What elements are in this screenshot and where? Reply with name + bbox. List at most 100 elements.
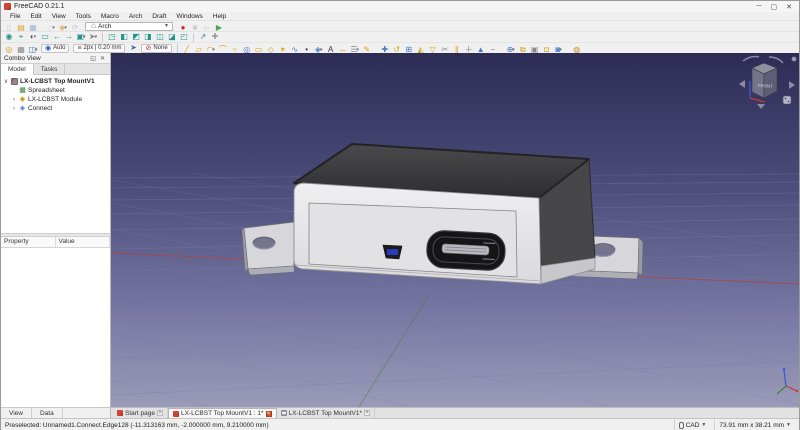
draft-trim-icon[interactable]: ✂ <box>439 45 451 53</box>
menu-item-draft[interactable]: Draft <box>147 13 171 20</box>
draft-mirror-icon[interactable]: ◭ <box>415 45 427 53</box>
snap-grid-icon[interactable]: ▦ <box>15 45 27 53</box>
draft-offset-icon[interactable]: ▽ <box>427 45 439 53</box>
menu-item-file[interactable]: File <box>5 13 25 20</box>
menu-item-tools[interactable]: Tools <box>71 13 96 20</box>
micro-usb-port[interactable] <box>382 244 403 260</box>
property-tab-view[interactable]: View <box>1 408 32 418</box>
draft-downgrade-icon[interactable]: − <box>487 45 499 53</box>
draft-autogroup-button[interactable]: ⊘ None <box>141 43 172 53</box>
draft-lock-icon[interactable]: ◍ <box>571 45 583 53</box>
view-front-icon[interactable]: ◧ <box>118 32 130 42</box>
chevron-down-icon[interactable]: ▾ <box>95 32 98 42</box>
viewport-dimensions[interactable]: 73.91 mm x 38.21 mm ▼ <box>714 420 795 430</box>
view-bottom-icon[interactable]: ◪ <box>166 32 178 42</box>
draft-circle-icon[interactable]: ○ <box>229 45 241 53</box>
draft-star-icon[interactable]: ✶ <box>277 45 289 53</box>
view-right-icon[interactable]: ◨ <box>142 32 154 42</box>
box-select-icon[interactable]: ▭ <box>39 32 51 42</box>
chevron-down-icon[interactable]: ▾ <box>83 32 86 42</box>
chevron-down-icon[interactable]: ▾ <box>512 45 515 53</box>
tree-item[interactable]: › ◈ Connect <box>3 104 110 113</box>
fit-all-icon[interactable]: ◉ <box>3 32 15 42</box>
tab-tasks[interactable]: Tasks <box>34 64 66 74</box>
draft-upgrade-icon[interactable]: ▲ <box>475 45 487 53</box>
save-file-icon[interactable]: ▦ <box>27 23 39 31</box>
macro-play-icon[interactable]: ▶ <box>213 23 225 31</box>
draft-line-icon[interactable]: ╱ <box>181 45 193 53</box>
draft-dimension-icon[interactable]: ↔ <box>337 45 349 53</box>
macro-record-icon[interactable]: ● <box>177 23 189 31</box>
menu-item-arch[interactable]: Arch <box>124 13 147 20</box>
tree-item[interactable]: › ◆ LX-LCBST Module <box>3 95 110 104</box>
menu-item-view[interactable]: View <box>47 13 71 20</box>
draft-linewidth-button[interactable]: ≡ 2px | 0.20 mm <box>73 43 126 53</box>
tab-close-icon[interactable]: × <box>157 410 163 416</box>
tree-caret-icon[interactable]: ∨ <box>3 78 9 85</box>
paste-icon[interactable]: ◇ ▾ <box>45 23 57 31</box>
close-button[interactable]: ✕ <box>786 3 792 11</box>
draft-ellipse-icon[interactable]: ◎ <box>241 45 253 53</box>
menu-item-windows[interactable]: Windows <box>171 13 207 20</box>
draft-arrow-icon[interactable]: ➤ <box>127 43 139 53</box>
snap-lock-icon[interactable]: ◎ <box>3 45 15 53</box>
property-editor-body[interactable] <box>1 248 110 407</box>
tab-close-icon[interactable]: × <box>265 410 272 417</box>
view-left-icon[interactable]: ◰ <box>178 32 190 42</box>
property-tab-data[interactable]: Data <box>32 408 63 418</box>
mounting-ear-left[interactable] <box>241 221 295 276</box>
draft-array-icon[interactable]: ⊕ ▾ <box>505 45 517 53</box>
chevron-down-icon[interactable]: ▾ <box>34 32 37 42</box>
chevron-down-icon[interactable]: ▾ <box>35 45 38 53</box>
clip-plane-icon[interactable]: ✚ <box>209 32 221 42</box>
new-file-icon[interactable]: ▯ <box>3 23 15 31</box>
draft-fillet-icon[interactable]: ◠ ▾ <box>205 45 217 53</box>
chevron-down-icon[interactable]: ▾ <box>357 45 360 53</box>
draft-annotation-icon[interactable]: ✎ <box>361 45 373 53</box>
chevron-down-icon[interactable]: ▾ <box>559 45 562 53</box>
open-file-icon[interactable]: ▤ <box>15 23 27 31</box>
draft-polygon-icon[interactable]: ◇ <box>265 45 277 53</box>
draft-split-icon[interactable]: ＋ <box>463 45 475 53</box>
menu-item-edit[interactable]: Edit <box>25 13 46 20</box>
view-isometric-icon[interactable]: ◳ <box>106 32 118 42</box>
draft-join-icon[interactable]: ∥ <box>451 45 463 53</box>
tab-model[interactable]: Model <box>1 64 34 75</box>
link-view-icon[interactable]: ▣ ▾ <box>75 32 87 42</box>
usb-c-port[interactable] <box>426 230 506 271</box>
minimize-button[interactable]: ─ <box>757 3 762 11</box>
macro-edit-icon[interactable]: ▻ <box>201 23 213 31</box>
draft-scale-icon[interactable]: ⊞ <box>403 45 415 53</box>
draw-style-icon[interactable]: ◐ ▾ <box>27 32 39 42</box>
measure-icon[interactable]: ↗ <box>197 32 209 42</box>
tree-caret-icon[interactable]: › <box>11 97 17 103</box>
chevron-down-icon[interactable]: ▾ <box>212 45 215 53</box>
document-tab[interactable]: LX-LCBST Top MountV1* × <box>277 408 375 418</box>
draft-arc-icon[interactable]: ⌒ <box>217 45 229 53</box>
pointer-icon[interactable]: ➤ ▾ <box>87 32 99 42</box>
maximize-button[interactable]: ▢ <box>771 3 778 11</box>
working-plane-icon[interactable]: ◫ ▾ <box>27 45 39 53</box>
draft-facebinder-icon[interactable]: ◈ ▾ <box>313 45 325 53</box>
draft-text-icon[interactable]: A <box>325 45 337 53</box>
draft-autoplane-button[interactable]: ◉ Auto <box>41 43 70 53</box>
document-tab[interactable]: Start page × <box>113 408 168 418</box>
workbench-selector[interactable]: ⌂ Arch ▼ <box>85 21 173 31</box>
draft-clone-icon[interactable]: ⧉ <box>517 45 529 53</box>
chevron-down-icon[interactable]: ▾ <box>64 23 67 31</box>
view-rear-icon[interactable]: ◫ <box>154 32 166 42</box>
panel-float-icon[interactable]: ◱ <box>88 55 98 62</box>
undo-icon[interactable]: ◆ ▾ <box>57 23 69 31</box>
document-tab[interactable]: LX-LCBST Top MountV1 : 1* × <box>168 408 277 418</box>
view-top-icon[interactable]: ◩ <box>130 32 142 42</box>
draft-layer-icon[interactable]: ◙ ▾ <box>553 45 565 53</box>
panel-close-icon[interactable]: ✕ <box>98 55 107 62</box>
menu-item-help[interactable]: Help <box>208 13 231 20</box>
tree-item[interactable]: ▦ Spreadsheet <box>3 86 110 95</box>
draft-bspline-icon[interactable]: ∿ <box>289 45 301 53</box>
nav-dice-icon[interactable] <box>782 95 792 105</box>
tree-caret-icon[interactable]: › <box>11 106 17 112</box>
draft-polyline-icon[interactable]: ▱ <box>193 45 205 53</box>
nav-sphere-icon[interactable] <box>791 56 797 62</box>
draft-drawing-icon[interactable]: ▣ <box>529 45 541 53</box>
